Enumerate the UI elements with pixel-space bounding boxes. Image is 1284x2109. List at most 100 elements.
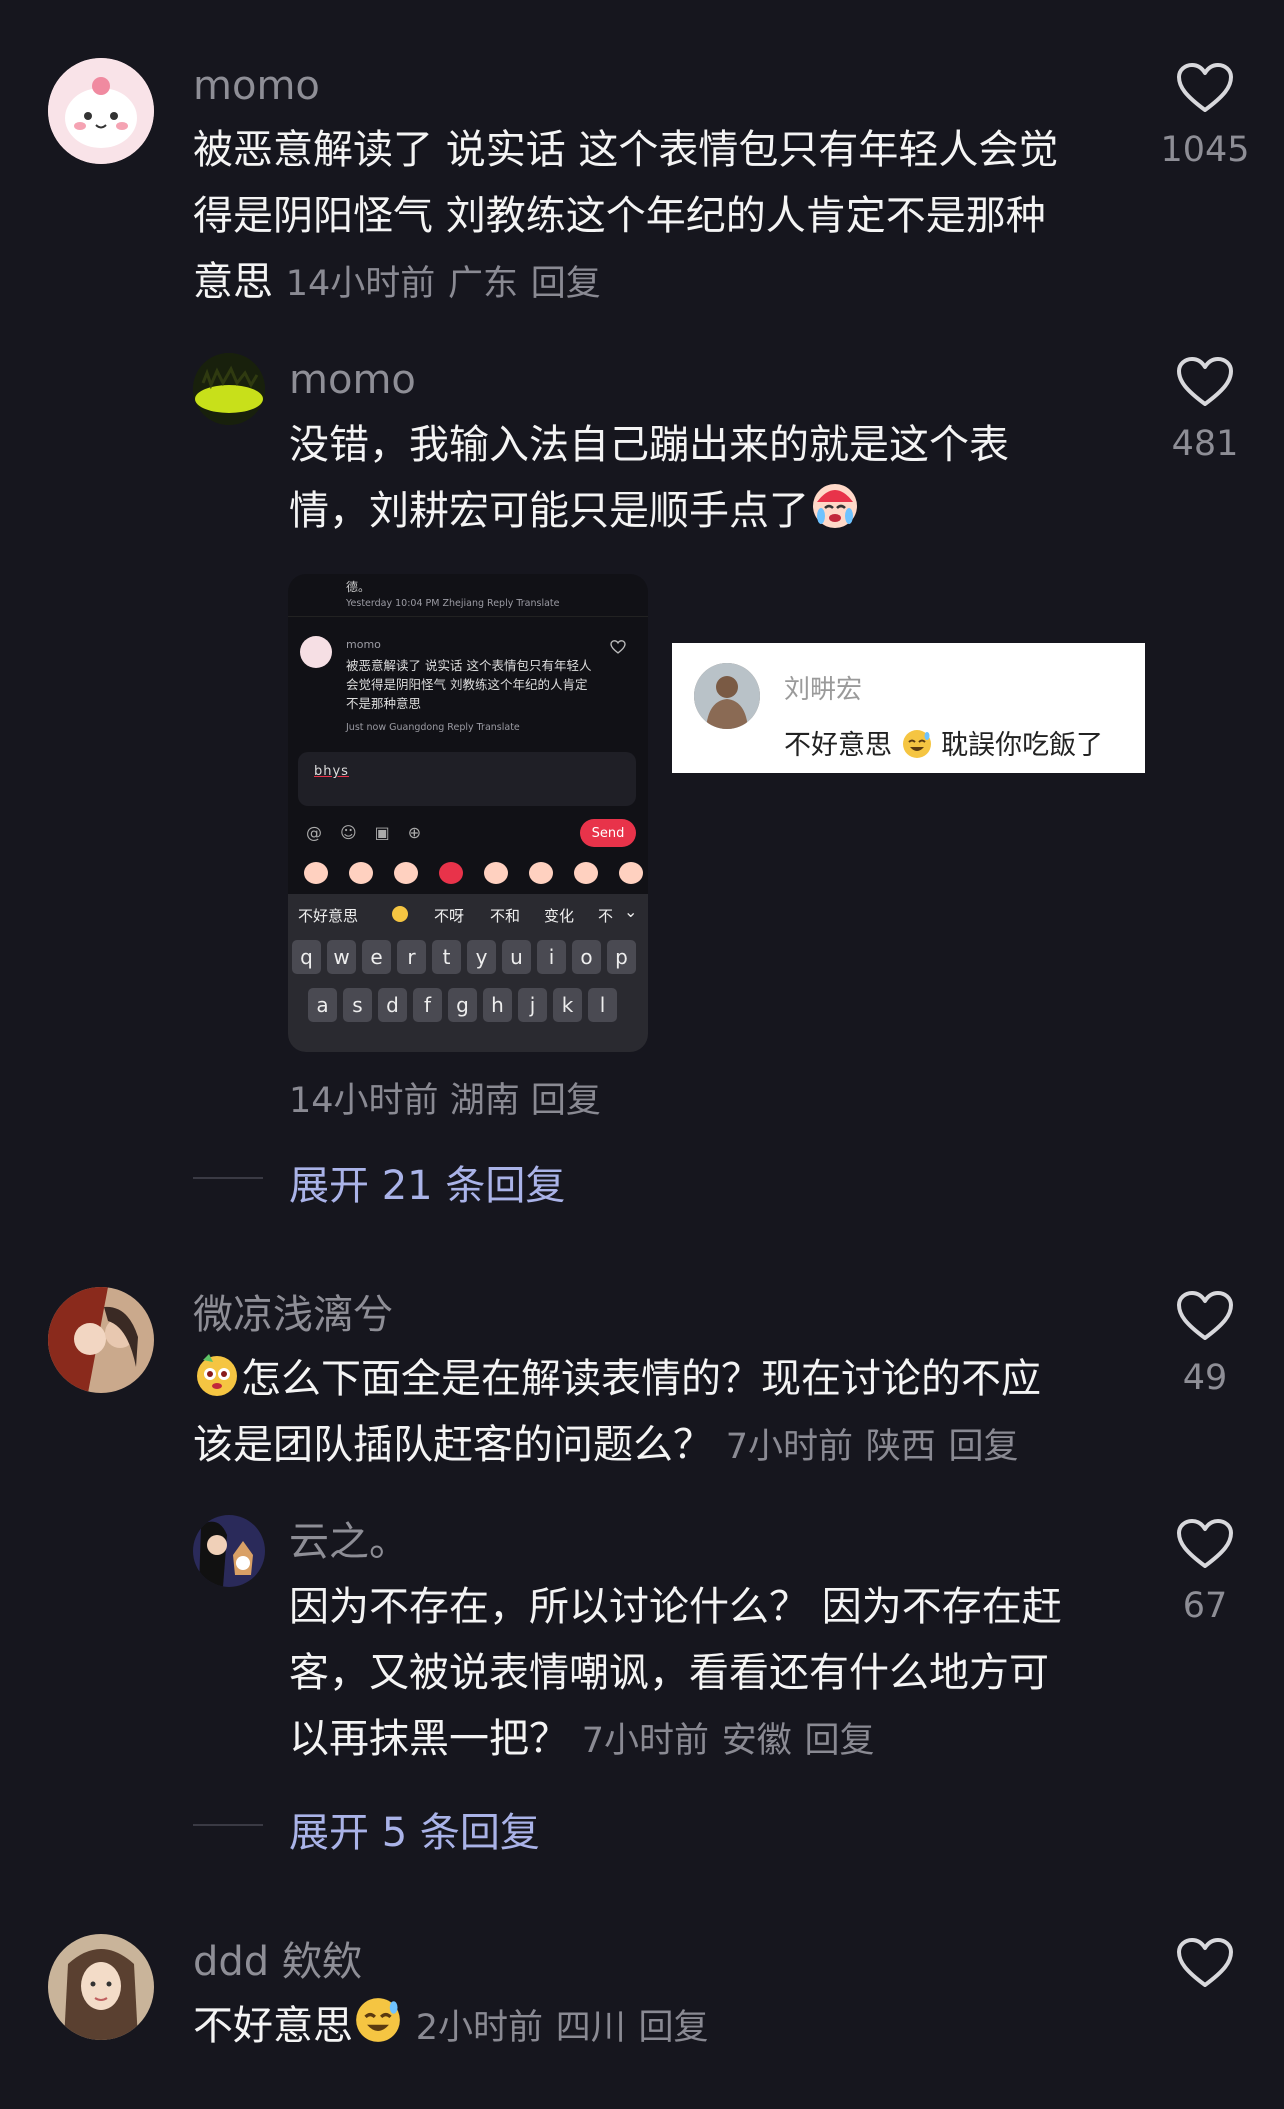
key: u (502, 940, 531, 974)
screenshot-toolbar-icons: @☺▣⊕ (306, 823, 440, 842)
like-count: 67 (1182, 1586, 1228, 1626)
emoji-sweat-smile-icon (356, 1998, 400, 2042)
comment-time: 2小时前 (415, 2008, 543, 2048)
screenshot-meta: Yesterday 10:04 PM Zhejiang Reply Transl… (346, 598, 560, 609)
key: o (572, 940, 601, 974)
avatar[interactable] (48, 1934, 154, 2040)
heart-icon[interactable] (1176, 62, 1234, 114)
comment-time: 7小时前 (725, 1427, 853, 1467)
screenshot-comment-line: 被恶意解读了 说实话 这个表情包只有年轻人 (346, 658, 592, 673)
key: j (518, 988, 547, 1022)
comment-text-line: 被恶意解读了 说实话 这个表情包只有年轻人会觉 (193, 127, 1059, 173)
screenshot-top-text: 德。 (346, 580, 371, 594)
comment-username[interactable]: momo (289, 358, 416, 402)
comment-time: 14小时前 (289, 1081, 439, 1121)
comment-time: 7小时前 (581, 1721, 709, 1761)
expand-replies-button[interactable]: 展开 21 条回复 (289, 1153, 565, 1211)
comment-meta: 14小时前 湖南 回复 (289, 1072, 601, 1123)
reply-button[interactable]: 回复 (531, 264, 601, 304)
comment-text: 被恶意解读了 说实话 这个表情包只有年轻人会觉 得是阴阳怪气 刘教练这个年纪的人… (193, 117, 1133, 317)
emoji-dog-icon (197, 1354, 237, 1396)
screenshot-input-box (298, 752, 636, 806)
comment-text-line: 不好意思 (193, 2003, 353, 2049)
like-count: 481 (1171, 424, 1239, 464)
comment-text-line: 因为不存在，所以讨论什么？ 因为不存在赶 (289, 1584, 1062, 1630)
key: i (537, 940, 566, 974)
card-username: 刘畊宏 (784, 675, 863, 705)
screenshot-candidate: 不和 (490, 907, 521, 925)
screenshot-comment-line: 不是那种意思 (346, 696, 422, 711)
screenshot-meta: Just now Guangdong Reply Translate (346, 722, 520, 733)
heart-icon[interactable] (1176, 1518, 1234, 1570)
reply-button[interactable]: 回复 (638, 2008, 708, 2048)
screenshot-send-button: Send (580, 819, 636, 847)
heart-icon[interactable] (1176, 1937, 1234, 1989)
reply-button[interactable]: 回复 (531, 1081, 601, 1121)
key: q (292, 940, 321, 974)
avatar[interactable] (48, 1287, 154, 1393)
chevron-down-icon: ⌄ (624, 902, 638, 921)
comment-username[interactable]: 微凉浅漓兮 (193, 1293, 393, 1337)
key: d (378, 988, 407, 1022)
key: e (362, 940, 391, 974)
comment-text-line: 客，又被说表情嘲讽，看看还有什么地方可 (289, 1650, 1049, 1696)
reply-button[interactable]: 回复 (948, 1427, 1018, 1467)
comment-text-line: 没错，我输入法自己蹦出来的就是这个表 (289, 422, 1009, 468)
comment-text-line: 怎么下面全是在解读表情的？现在讨论的不应 (193, 1346, 1133, 1412)
comment-username[interactable]: ddd 欸欸 (193, 1940, 362, 1984)
comment-text-line: 以再抹黑一把？ 7小时前 安徽 回复 (289, 1716, 875, 1762)
screenshot-comment-line: 会觉得是阴阳怪气 刘教练这个年纪的人肯定 (346, 677, 588, 692)
comment-username[interactable]: momo (193, 64, 320, 108)
emoji-crying-icon (813, 484, 857, 528)
key: h (483, 988, 512, 1022)
comment-text-line: 得是阴阳怪气 刘教练这个年纪的人肯定不是那种 (193, 193, 1046, 239)
key: t (432, 940, 461, 974)
like-count: 1045 (1160, 130, 1250, 170)
avatar (694, 663, 760, 729)
key: p (607, 940, 636, 974)
key: l (588, 988, 617, 1022)
screenshot-input-text: bhys (314, 764, 349, 779)
comment-text: 不好意思 2小时前 四川 回复 (193, 1993, 1133, 2061)
screenshot-divider (288, 616, 648, 617)
attached-reply-card[interactable]: 刘畊宏 不好意思 耽誤你吃飯了 (672, 643, 1145, 773)
heart-icon (610, 640, 626, 654)
card-text: 不好意思 耽誤你吃飯了 (784, 730, 1104, 761)
avatar[interactable] (193, 353, 265, 425)
emoji-sweat-smile-icon (392, 906, 408, 922)
screenshot-avatar (300, 636, 332, 668)
attached-screenshot[interactable]: 德。 Yesterday 10:04 PM Zhejiang Reply Tra… (288, 574, 648, 1052)
key: w (327, 940, 356, 974)
comment-text: 因为不存在，所以讨论什么？ 因为不存在赶 客，又被说表情嘲讽，看看还有什么地方可… (289, 1574, 1129, 1774)
expand-divider (193, 1824, 263, 1826)
emoji-sweat-smile-icon (902, 730, 931, 758)
comment-username[interactable]: 云之。 (289, 1520, 409, 1564)
screenshot-candidate: 不呀 (434, 907, 465, 925)
key: s (343, 988, 372, 1022)
comment-location: 广东 (447, 264, 518, 304)
like-count: 49 (1182, 1358, 1228, 1398)
screenshot-emoji-row (304, 862, 643, 884)
key: k (553, 988, 582, 1022)
comment-location: 安徽 (721, 1721, 792, 1761)
key: r (397, 940, 426, 974)
heart-icon[interactable] (1176, 356, 1234, 408)
comment-text-line: 情，刘耕宏可能只是顺手点了 (289, 478, 1109, 544)
screenshot-comment: 被恶意解读了 说实话 这个表情包只有年轻人 会觉得是阴阳怪气 刘教练这个年纪的人… (346, 656, 636, 713)
comment-text: 怎么下面全是在解读表情的？现在讨论的不应 该是团队插队赶客的问题么？ 7小时前 … (193, 1346, 1133, 1480)
comment-text: 没错，我输入法自己蹦出来的就是这个表 情，刘耕宏可能只是顺手点了 (289, 412, 1109, 544)
reply-button[interactable]: 回复 (804, 1721, 874, 1761)
key: a (308, 988, 337, 1022)
heart-icon[interactable] (1176, 1290, 1234, 1342)
avatar[interactable] (193, 1515, 265, 1587)
key: g (448, 988, 477, 1022)
screenshot-username: momo (346, 638, 381, 651)
screenshot-candidate: 不好意思 (298, 907, 359, 925)
comment-text-line: 意思 14小时前 广东 回复 (193, 259, 601, 305)
screenshot-candidate: 变化 (544, 907, 575, 925)
screenshot-key-row: q w e r t y u i o p (292, 940, 636, 974)
avatar[interactable] (48, 58, 154, 164)
screenshot-candidate: 不 (598, 907, 614, 925)
comment-text-line: 该是团队插队赶客的问题么？ 7小时前 陕西 回复 (193, 1422, 1019, 1468)
expand-replies-button[interactable]: 展开 5 条回复 (289, 1800, 540, 1858)
